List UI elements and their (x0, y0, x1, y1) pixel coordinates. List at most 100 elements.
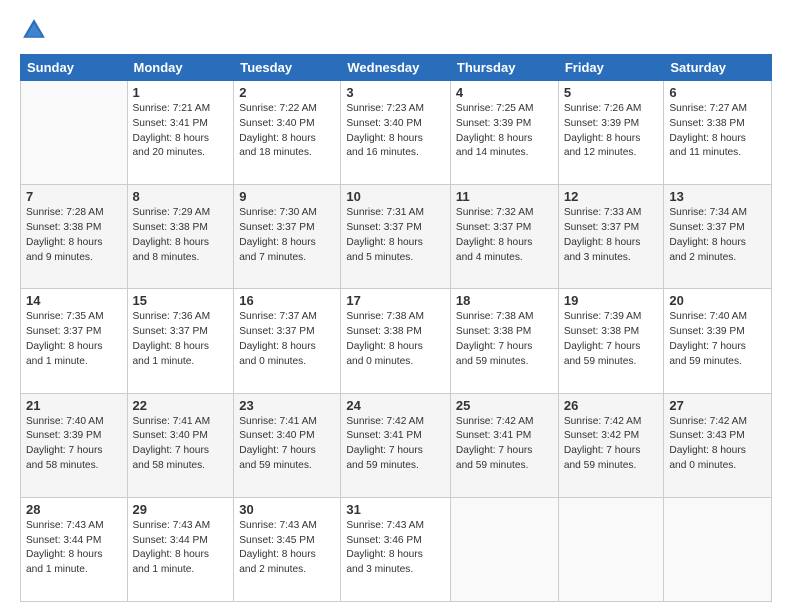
day-number: 11 (456, 189, 553, 204)
day-number: 16 (239, 293, 335, 308)
day-number: 21 (26, 398, 122, 413)
day-number: 27 (669, 398, 766, 413)
day-number: 10 (346, 189, 445, 204)
calendar-row: 21 Sunrise: 7:40 AM Sunset: 3:39 PM Dayli… (21, 393, 772, 497)
calendar-cell: 17 Sunrise: 7:38 AM Sunset: 3:38 PM Dayli… (341, 289, 451, 393)
cell-sun-info: Sunrise: 7:43 AM Sunset: 3:45 PM Dayligh… (239, 519, 335, 578)
cell-sun-info: Sunrise: 7:35 AM Sunset: 3:37 PM Dayligh… (26, 310, 122, 369)
calendar-cell: 11 Sunrise: 7:32 AM Sunset: 3:37 PM Dayli… (450, 185, 558, 289)
cell-sun-info: Sunrise: 7:39 AM Sunset: 3:38 PM Dayligh… (564, 310, 659, 369)
day-number: 30 (239, 502, 335, 517)
calendar-cell: 22 Sunrise: 7:41 AM Sunset: 3:40 PM Dayli… (127, 393, 234, 497)
day-number: 23 (239, 398, 335, 413)
cell-sun-info: Sunrise: 7:26 AM Sunset: 3:39 PM Dayligh… (564, 102, 659, 161)
cell-sun-info: Sunrise: 7:31 AM Sunset: 3:37 PM Dayligh… (346, 206, 445, 265)
day-number: 24 (346, 398, 445, 413)
cell-sun-info: Sunrise: 7:30 AM Sunset: 3:37 PM Dayligh… (239, 206, 335, 265)
calendar-cell: 26 Sunrise: 7:42 AM Sunset: 3:42 PM Dayli… (558, 393, 664, 497)
weekday-tuesday: Tuesday (234, 55, 341, 81)
day-number: 18 (456, 293, 553, 308)
calendar-cell: 28 Sunrise: 7:43 AM Sunset: 3:44 PM Dayli… (21, 497, 128, 601)
day-number: 13 (669, 189, 766, 204)
page: SundayMondayTuesdayWednesdayThursdayFrid… (0, 0, 792, 612)
calendar-cell: 18 Sunrise: 7:38 AM Sunset: 3:38 PM Dayli… (450, 289, 558, 393)
calendar-cell: 2 Sunrise: 7:22 AM Sunset: 3:40 PM Daylig… (234, 81, 341, 185)
day-number: 31 (346, 502, 445, 517)
calendar-cell (21, 81, 128, 185)
calendar-cell (558, 497, 664, 601)
cell-sun-info: Sunrise: 7:42 AM Sunset: 3:41 PM Dayligh… (346, 415, 445, 474)
weekday-sunday: Sunday (21, 55, 128, 81)
calendar-cell: 12Sunrise: 7:33 AM Sunset: 3:37 PM Dayli… (558, 185, 664, 289)
day-number: 4 (456, 85, 553, 100)
day-number: 8 (133, 189, 229, 204)
cell-sun-info: Sunrise: 7:43 AM Sunset: 3:44 PM Dayligh… (133, 519, 229, 578)
day-number: 26 (564, 398, 659, 413)
day-number: 9 (239, 189, 335, 204)
calendar-cell: 25Sunrise: 7:42 AM Sunset: 3:41 PM Dayli… (450, 393, 558, 497)
calendar-cell: 20 Sunrise: 7:40 AM Sunset: 3:39 PM Dayli… (664, 289, 772, 393)
cell-sun-info: Sunrise: 7:23 AM Sunset: 3:40 PM Dayligh… (346, 102, 445, 161)
day-number: 28 (26, 502, 122, 517)
calendar-cell: 10 Sunrise: 7:31 AM Sunset: 3:37 PM Dayli… (341, 185, 451, 289)
day-number: 20 (669, 293, 766, 308)
calendar-cell: 29 Sunrise: 7:43 AM Sunset: 3:44 PM Dayli… (127, 497, 234, 601)
day-number: 6 (669, 85, 766, 100)
logo-icon (20, 16, 48, 44)
weekday-header-row: SundayMondayTuesdayWednesdayThursdayFrid… (21, 55, 772, 81)
cell-sun-info: Sunrise: 7:43 AM Sunset: 3:44 PM Dayligh… (26, 519, 122, 578)
cell-sun-info: Sunrise: 7:33 AM Sunset: 3:37 PM Dayligh… (564, 206, 659, 265)
weekday-saturday: Saturday (664, 55, 772, 81)
cell-sun-info: Sunrise: 7:43 AM Sunset: 3:46 PM Dayligh… (346, 519, 445, 578)
calendar-cell: 31 Sunrise: 7:43 AM Sunset: 3:46 PM Dayli… (341, 497, 451, 601)
day-number: 2 (239, 85, 335, 100)
day-number: 3 (346, 85, 445, 100)
cell-sun-info: Sunrise: 7:41 AM Sunset: 3:40 PM Dayligh… (239, 415, 335, 474)
calendar-cell: 21 Sunrise: 7:40 AM Sunset: 3:39 PM Dayli… (21, 393, 128, 497)
cell-sun-info: Sunrise: 7:25 AM Sunset: 3:39 PM Dayligh… (456, 102, 553, 161)
calendar-cell: 4 Sunrise: 7:25 AM Sunset: 3:39 PM Daylig… (450, 81, 558, 185)
weekday-friday: Friday (558, 55, 664, 81)
cell-sun-info: Sunrise: 7:42 AM Sunset: 3:41 PM Dayligh… (456, 415, 553, 474)
cell-sun-info: Sunrise: 7:29 AM Sunset: 3:38 PM Dayligh… (133, 206, 229, 265)
calendar-cell: 19 Sunrise: 7:39 AM Sunset: 3:38 PM Dayli… (558, 289, 664, 393)
weekday-wednesday: Wednesday (341, 55, 451, 81)
calendar-cell: 15Sunrise: 7:36 AM Sunset: 3:37 PM Dayli… (127, 289, 234, 393)
calendar-cell: 14Sunrise: 7:35 AM Sunset: 3:37 PM Dayli… (21, 289, 128, 393)
calendar-cell: 6 Sunrise: 7:27 AM Sunset: 3:38 PM Daylig… (664, 81, 772, 185)
cell-sun-info: Sunrise: 7:37 AM Sunset: 3:37 PM Dayligh… (239, 310, 335, 369)
weekday-thursday: Thursday (450, 55, 558, 81)
calendar-cell: 13 Sunrise: 7:34 AM Sunset: 3:37 PM Dayli… (664, 185, 772, 289)
calendar-cell: 23 Sunrise: 7:41 AM Sunset: 3:40 PM Dayli… (234, 393, 341, 497)
cell-sun-info: Sunrise: 7:28 AM Sunset: 3:38 PM Dayligh… (26, 206, 122, 265)
cell-sun-info: Sunrise: 7:38 AM Sunset: 3:38 PM Dayligh… (456, 310, 553, 369)
cell-sun-info: Sunrise: 7:34 AM Sunset: 3:37 PM Dayligh… (669, 206, 766, 265)
cell-sun-info: Sunrise: 7:36 AM Sunset: 3:37 PM Dayligh… (133, 310, 229, 369)
day-number: 17 (346, 293, 445, 308)
calendar-cell: 7 Sunrise: 7:28 AM Sunset: 3:38 PM Daylig… (21, 185, 128, 289)
cell-sun-info: Sunrise: 7:42 AM Sunset: 3:42 PM Dayligh… (564, 415, 659, 474)
calendar-cell: 16 Sunrise: 7:37 AM Sunset: 3:37 PM Dayli… (234, 289, 341, 393)
cell-sun-info: Sunrise: 7:41 AM Sunset: 3:40 PM Dayligh… (133, 415, 229, 474)
calendar-cell (450, 497, 558, 601)
day-number: 7 (26, 189, 122, 204)
cell-sun-info: Sunrise: 7:40 AM Sunset: 3:39 PM Dayligh… (26, 415, 122, 474)
calendar-cell: 24 Sunrise: 7:42 AM Sunset: 3:41 PM Dayli… (341, 393, 451, 497)
cell-sun-info: Sunrise: 7:38 AM Sunset: 3:38 PM Dayligh… (346, 310, 445, 369)
calendar-cell: 30 Sunrise: 7:43 AM Sunset: 3:45 PM Dayli… (234, 497, 341, 601)
calendar-cell: 8 Sunrise: 7:29 AM Sunset: 3:38 PM Daylig… (127, 185, 234, 289)
logo (20, 16, 52, 44)
cell-sun-info: Sunrise: 7:22 AM Sunset: 3:40 PM Dayligh… (239, 102, 335, 161)
cell-sun-info: Sunrise: 7:40 AM Sunset: 3:39 PM Dayligh… (669, 310, 766, 369)
day-number: 29 (133, 502, 229, 517)
day-number: 22 (133, 398, 229, 413)
cell-sun-info: Sunrise: 7:27 AM Sunset: 3:38 PM Dayligh… (669, 102, 766, 161)
cell-sun-info: Sunrise: 7:32 AM Sunset: 3:37 PM Dayligh… (456, 206, 553, 265)
calendar-cell (664, 497, 772, 601)
calendar-table: SundayMondayTuesdayWednesdayThursdayFrid… (20, 54, 772, 602)
day-number: 5 (564, 85, 659, 100)
cell-sun-info: Sunrise: 7:42 AM Sunset: 3:43 PM Dayligh… (669, 415, 766, 474)
day-number: 19 (564, 293, 659, 308)
calendar-cell: 1Sunrise: 7:21 AM Sunset: 3:41 PM Daylig… (127, 81, 234, 185)
calendar-cell: 5 Sunrise: 7:26 AM Sunset: 3:39 PM Daylig… (558, 81, 664, 185)
